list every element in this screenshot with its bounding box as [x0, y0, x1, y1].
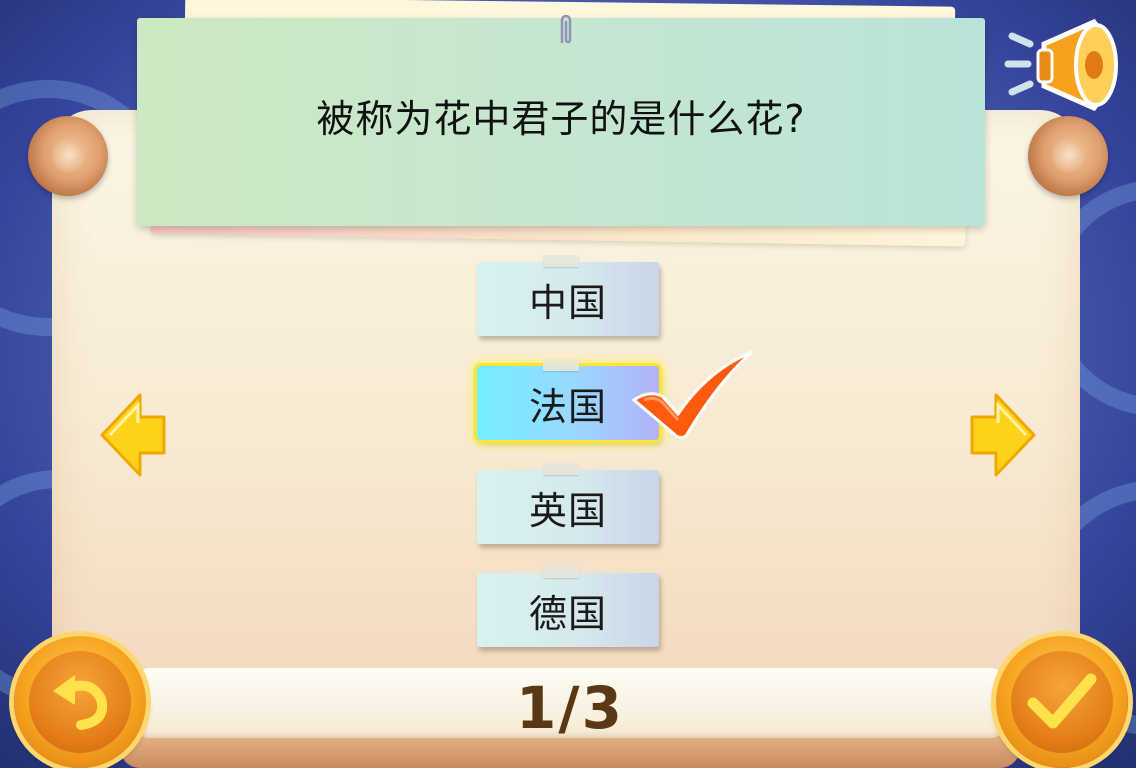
answer-option-label: 英国 [528, 488, 607, 533]
scroll-roll-right [1028, 116, 1108, 196]
tape-strip [543, 463, 579, 475]
paper-clip-icon [560, 14, 572, 44]
tape-strip [543, 359, 579, 371]
right-arrow-icon[interactable] [970, 393, 1036, 477]
confirm-button[interactable] [996, 636, 1128, 768]
answer-option-4[interactable]: 德国 [477, 566, 659, 647]
confirm-button-face [1011, 651, 1113, 753]
tape-strip [543, 255, 579, 267]
speaker-icon[interactable] [1004, 14, 1132, 118]
answer-option-label: 中国 [528, 280, 607, 325]
answer-option-1[interactable]: 中国 [477, 255, 659, 336]
tape-strip [543, 566, 579, 578]
answer-option-3[interactable]: 英国 [477, 463, 659, 544]
checkmark-icon [1027, 673, 1097, 729]
red-checkmark-icon [631, 350, 753, 440]
question-progress: 1/3 [516, 674, 624, 742]
back-button-face [29, 651, 131, 753]
answer-option-label: 德国 [528, 591, 607, 636]
left-arrow-icon[interactable] [100, 393, 166, 477]
undo-arrow-icon [53, 675, 107, 730]
question-text: 被称为花中君子的是什么花? [316, 96, 806, 141]
question-card: 被称为花中君子的是什么花? [137, 18, 985, 226]
answer-option-label: 法国 [528, 384, 607, 429]
back-button[interactable] [14, 636, 146, 768]
scroll-roll-left [28, 116, 108, 196]
game-screen: 被称为花中君子的是什么花? 中国 法国 英国 德国 1/3 [0, 0, 1136, 768]
